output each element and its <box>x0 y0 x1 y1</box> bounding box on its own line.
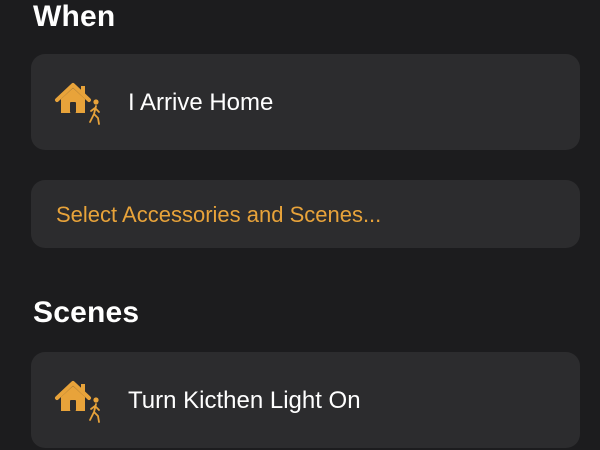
scene-item-kitchen-light[interactable]: Turn Kicthen Light On <box>31 352 580 448</box>
trigger-card-arrive-home[interactable]: I Arrive Home <box>31 54 580 150</box>
select-accessories-label: Select Accessories and Scenes... <box>56 202 382 227</box>
scene-label: Turn Kicthen Light On <box>128 387 361 414</box>
select-accessories-button[interactable]: Select Accessories and Scenes... <box>31 180 580 248</box>
scenes-section-title: Scenes <box>33 296 140 329</box>
when-section-title: When <box>33 0 116 33</box>
trigger-label: I Arrive Home <box>128 89 274 116</box>
home-arrive-icon <box>53 80 105 128</box>
home-arrive-icon <box>53 378 105 426</box>
